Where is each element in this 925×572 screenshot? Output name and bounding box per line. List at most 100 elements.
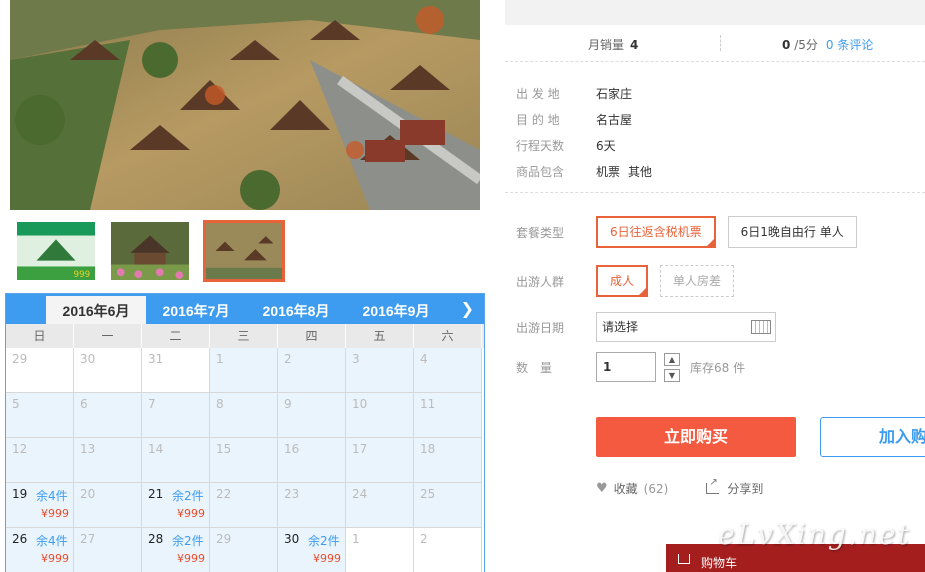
calendar-day-available[interactable]: 28 余2件 ¥999 xyxy=(142,528,210,572)
calendar-day: 31 xyxy=(142,348,210,393)
buy-now-button[interactable]: 立即购买 xyxy=(596,417,796,457)
weekday-label: 二 xyxy=(142,324,210,348)
quantity-input[interactable]: 1 xyxy=(596,352,656,382)
info-label: 商品包含 xyxy=(516,164,565,179)
calendar-day: 18 xyxy=(414,438,482,483)
share-icon[interactable] xyxy=(706,477,720,494)
day-number: 16 xyxy=(284,442,300,456)
day-number: 8 xyxy=(216,397,224,411)
info-row-includes: 商品包含 机票 其他 xyxy=(516,158,660,184)
monthly-sales: 月销量 4 xyxy=(588,36,638,53)
travel-date-placeholder: 请选择 xyxy=(602,320,639,334)
calendar-day-available[interactable]: 19 余4件 ¥999 xyxy=(6,483,74,528)
calendar-day: 12 xyxy=(6,438,74,483)
travel-date-row: 出游日期 请选择 xyxy=(516,312,776,342)
decrement-button[interactable]: ▼ xyxy=(664,368,680,382)
calendar-day: 14 xyxy=(142,438,210,483)
heart-icon[interactable]: ♥ xyxy=(596,481,608,496)
day-price: ¥999 xyxy=(41,552,69,565)
tab-month-4[interactable]: 2016年9月 xyxy=(346,296,446,324)
stock-text: 库存68 件 xyxy=(690,360,746,375)
check-icon: ✓ xyxy=(640,287,647,295)
day-price: ¥999 xyxy=(313,552,341,565)
info-row-duration: 行程天数 6天 xyxy=(516,132,660,158)
monthly-sales-label: 月销量 xyxy=(588,38,625,52)
thumbnail-strip: 999 xyxy=(15,220,285,282)
calendar-day: 10 xyxy=(346,393,414,438)
day-number: 5 xyxy=(12,397,20,411)
favorite-button[interactable]: 收藏 xyxy=(614,480,638,497)
calendar-day-available[interactable]: 21 余2件 ¥999 xyxy=(142,483,210,528)
day-number: 15 xyxy=(216,442,232,456)
tab-month-2[interactable]: 2016年7月 xyxy=(146,296,246,324)
day-number: 17 xyxy=(352,442,368,456)
stats-divider xyxy=(720,35,721,51)
tab-month-3[interactable]: 2016年8月 xyxy=(246,296,346,324)
calendar-day: 8 xyxy=(210,393,278,438)
info-value: 石家庄 xyxy=(596,86,633,101)
day-number: 18 xyxy=(420,442,436,456)
calendar-day: 2 xyxy=(278,348,346,393)
traveler-type-label: 出游人群 xyxy=(516,274,565,289)
calendar-day: 20 xyxy=(74,483,142,528)
day-stock: 余2件 xyxy=(308,534,340,548)
day-number: 12 xyxy=(12,442,28,456)
calendar-day: 1 xyxy=(346,528,414,572)
day-number: 6 xyxy=(80,397,88,411)
share-button[interactable]: 分享到 xyxy=(727,480,763,497)
thumbnail-2[interactable] xyxy=(109,220,191,282)
package-option-roundtrip[interactable]: 6日往返含税机票 ✓ xyxy=(596,216,716,248)
day-number: 14 xyxy=(148,442,164,456)
weekday-label: 日 xyxy=(6,324,74,348)
day-number: 30 xyxy=(284,532,300,546)
thumbnail-1[interactable]: 999 xyxy=(15,220,97,282)
calendar-day-available[interactable]: 30 余2件 ¥999 xyxy=(278,528,346,572)
calendar-day-available[interactable]: 26 余4件 ¥999 xyxy=(6,528,74,572)
calendar-day: 16 xyxy=(278,438,346,483)
travel-date-select[interactable]: 请选择 xyxy=(596,312,776,342)
calendar-day: 1 xyxy=(210,348,278,393)
day-number: 1 xyxy=(352,532,360,546)
calendar-day: 30 xyxy=(74,348,142,393)
quantity-row: 数 量 1 ▲ ▼ 库存68 件 xyxy=(516,352,745,382)
weekday-label: 一 xyxy=(74,324,142,348)
add-to-cart-button[interactable]: 加入购物车 xyxy=(820,417,925,457)
day-stock: 余4件 xyxy=(36,534,68,548)
weekday-label: 四 xyxy=(278,324,346,348)
cart-icon xyxy=(678,554,690,564)
day-number: 2 xyxy=(420,532,428,546)
day-number: 7 xyxy=(148,397,156,411)
travel-date-label: 出游日期 xyxy=(516,320,565,335)
calendar-day: 15 xyxy=(210,438,278,483)
day-stock: 余2件 xyxy=(172,489,204,503)
day-number: 23 xyxy=(284,487,300,501)
increment-button[interactable]: ▲ xyxy=(664,352,680,366)
tab-month-1[interactable]: 2016年6月 xyxy=(46,296,146,324)
day-number: 11 xyxy=(420,397,436,411)
site-watermark: eLvXing.net xyxy=(718,518,911,551)
chevron-right-icon[interactable]: ❯ xyxy=(461,299,474,318)
option-label: 6日往返含税机票 xyxy=(610,225,702,239)
day-number: 13 xyxy=(80,442,96,456)
day-number: 9 xyxy=(284,397,292,411)
traveler-option-single-supplement[interactable]: 单人房差 xyxy=(660,265,735,297)
info-label: 出 发 地 xyxy=(516,86,560,101)
include-item: 机票 xyxy=(596,164,621,179)
sales-stats: 月销量 4 0 /5分 0 条评论 xyxy=(505,28,925,62)
info-value: 机票 其他 xyxy=(596,163,660,180)
calendar-day: 5 xyxy=(6,393,74,438)
package-option-freetour[interactable]: 6日1晚自由行 单人 xyxy=(727,216,857,248)
day-number: 27 xyxy=(80,532,96,546)
cart-label: 购物车 xyxy=(701,556,738,570)
day-number: 24 xyxy=(352,487,368,501)
calendar-day: 6 xyxy=(74,393,142,438)
thumbnail-3-selected[interactable] xyxy=(203,220,285,282)
reviews-link[interactable]: 0 条评论 xyxy=(826,38,873,52)
calendar-day-grid: 29 30 31 1 2 3 4 5 6 7 8 9 10 11 12 13 14 15 16 17 18 19 余4件 ¥9… xyxy=(6,348,484,572)
traveler-option-adult[interactable]: 成人 ✓ xyxy=(596,265,649,297)
calendar-day: 9 xyxy=(278,393,346,438)
calendar-day: 2 xyxy=(414,528,482,572)
day-stock: 余2件 xyxy=(172,534,204,548)
calendar-day: 7 xyxy=(142,393,210,438)
quantity-stepper: ▲ ▼ xyxy=(664,352,680,382)
